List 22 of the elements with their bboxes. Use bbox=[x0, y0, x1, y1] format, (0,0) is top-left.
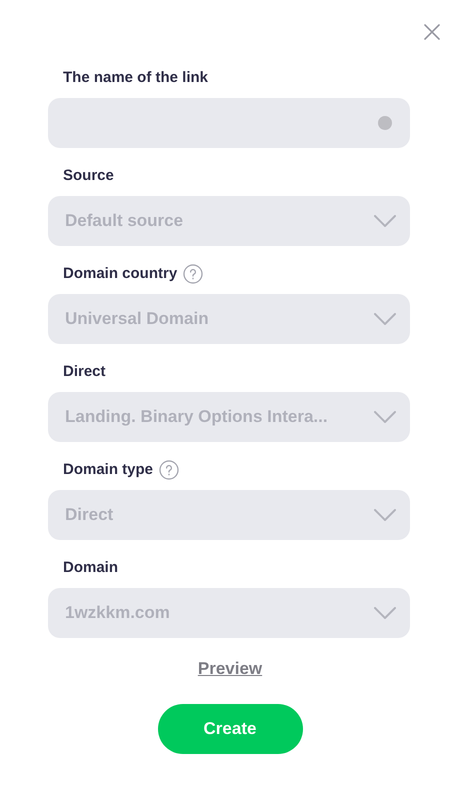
field-label: The name of the link bbox=[63, 68, 208, 88]
select-field[interactable]: 1wzkkm.com bbox=[48, 588, 410, 638]
preview-link[interactable]: Preview bbox=[198, 656, 262, 682]
select-field[interactable]: Universal Domain bbox=[48, 294, 410, 344]
chevron-down-icon bbox=[374, 313, 396, 325]
help-icon[interactable] bbox=[183, 264, 204, 284]
field-label: Domain type bbox=[63, 460, 154, 480]
chevron-down-icon bbox=[374, 411, 396, 423]
select-field[interactable]: Default source bbox=[48, 196, 410, 246]
text-input-field[interactable] bbox=[48, 98, 410, 148]
select-field[interactable]: Direct bbox=[48, 490, 410, 540]
create-button[interactable]: Create bbox=[158, 704, 302, 754]
field-label: Source bbox=[63, 166, 114, 186]
chevron-down-icon bbox=[374, 215, 396, 227]
chevron-down-icon bbox=[374, 607, 396, 619]
chevron-down-icon bbox=[374, 509, 396, 521]
help-icon[interactable] bbox=[159, 460, 180, 480]
select-field[interactable]: Landing. Binary Options Intera... bbox=[48, 392, 410, 442]
field-label: Direct bbox=[63, 362, 106, 382]
close-icon[interactable] bbox=[424, 24, 440, 40]
field-label: Domain bbox=[63, 558, 118, 578]
field-label: Domain country bbox=[63, 264, 178, 284]
